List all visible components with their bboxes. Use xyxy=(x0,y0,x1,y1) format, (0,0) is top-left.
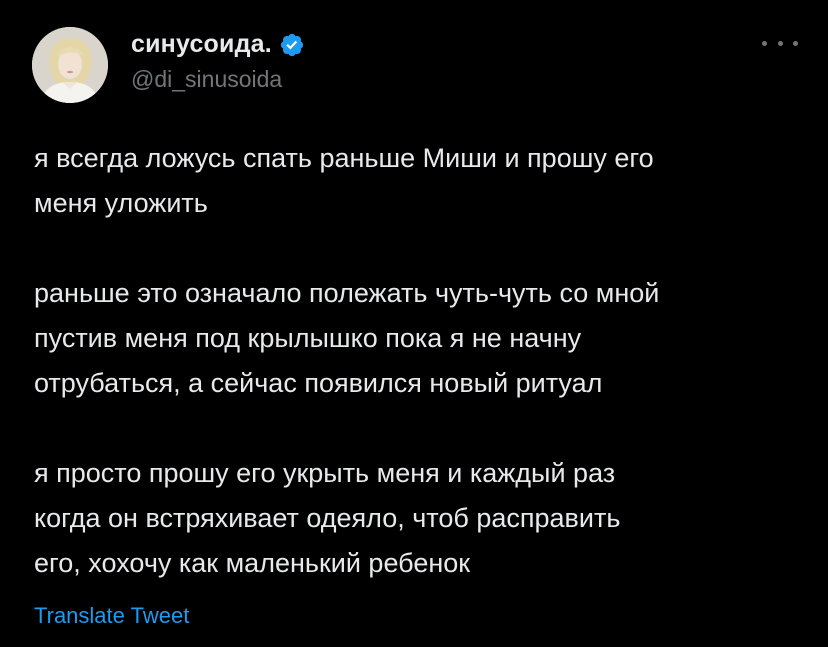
verified-badge-icon xyxy=(279,32,305,58)
tweet-line: раньше это означало полежать чуть-чуть с… xyxy=(34,278,660,308)
more-options-icon[interactable] xyxy=(762,36,798,50)
tweet-line: когда он встряхивает одеяло, чтоб распра… xyxy=(34,503,621,533)
tweet-line: его, хохочу как маленький ребенок xyxy=(34,548,471,578)
author-name-row: синусоида. xyxy=(131,30,305,59)
tweet-line: пустив меня под крылышко пока я не начну xyxy=(34,323,582,353)
author-handle[interactable]: @di_sinusoida xyxy=(131,66,282,93)
translate-tweet-link[interactable]: Translate Tweet xyxy=(34,603,189,629)
tweet-paragraph: я всегда ложусь спать раньше Миши и прош… xyxy=(34,136,814,226)
tweet-line: отрубаться, а сейчас появился новый риту… xyxy=(34,368,603,398)
tweet-paragraph: раньше это означало полежать чуть-чуть с… xyxy=(34,271,814,406)
avatar[interactable] xyxy=(32,27,108,103)
tweet-line: я всегда ложусь спать раньше Миши и прош… xyxy=(34,143,654,173)
more-dot-icon xyxy=(762,40,767,46)
more-dot-icon xyxy=(793,40,798,46)
tweet-line: меня уложить xyxy=(34,188,208,218)
more-dot-icon xyxy=(777,40,783,46)
author-display-name[interactable]: синусоида. xyxy=(131,30,272,59)
tweet-paragraph: я просто прошу его укрыть меня и каждый … xyxy=(34,451,814,586)
tweet-card: синусоида. @di_sinusoida я всегда ложусь… xyxy=(0,0,828,647)
tweet-line: я просто прошу его укрыть меня и каждый … xyxy=(34,458,616,488)
tweet-text: я всегда ложусь спать раньше Миши и прош… xyxy=(34,136,814,586)
